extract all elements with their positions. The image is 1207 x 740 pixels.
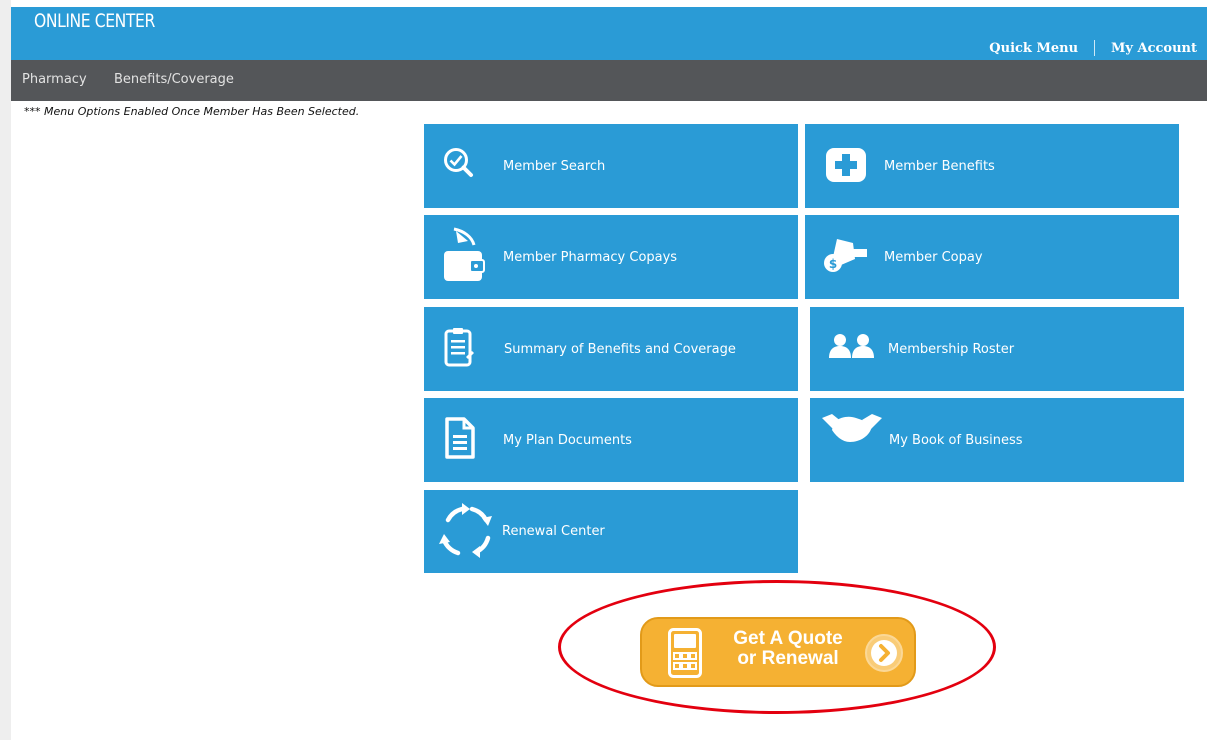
tile-my-book-of-business[interactable]: My Book of Business: [810, 398, 1184, 482]
tile-membership-roster[interactable]: Membership Roster: [810, 307, 1184, 391]
quote-button-label: Get A Quote or Renewal: [718, 629, 858, 669]
tile-label: My Plan Documents: [503, 432, 632, 448]
tile-label: Membership Roster: [888, 341, 1015, 357]
header-bar: ONLINE CENTER Quick Menu My Account: [11, 7, 1207, 60]
my-account-link[interactable]: My Account: [1111, 41, 1197, 56]
document-icon: [445, 417, 475, 459]
nav-item-pharmacy[interactable]: Pharmacy: [22, 72, 87, 87]
svg-text:$: $: [829, 257, 837, 271]
tile-member-pharmacy-copays[interactable]: Member Pharmacy Copays: [424, 215, 798, 299]
tile-label: Member Pharmacy Copays: [503, 249, 678, 265]
nav-item-benefits-coverage[interactable]: Benefits/Coverage: [114, 72, 234, 87]
menu-notice: *** Menu Options Enabled Once Member Has…: [24, 105, 360, 118]
quote-line-1: Get A Quote: [733, 628, 843, 649]
top-links-divider: [1094, 40, 1096, 56]
tile-summary-of-benefits[interactable]: Summary of Benefits and Coverage: [424, 307, 798, 391]
chevron-right-icon: [865, 634, 903, 672]
left-rail: [0, 0, 11, 740]
quick-menu-link[interactable]: Quick Menu: [989, 41, 1078, 56]
calculator-icon: [668, 628, 702, 678]
tile-label: Member Benefits: [884, 158, 995, 174]
handshake-icon: [822, 414, 882, 442]
tile-label: Member Search: [503, 158, 606, 174]
tile-label: My Book of Business: [889, 432, 1023, 448]
medical-cross-icon: [826, 148, 866, 182]
magnifier-check-icon: [444, 148, 473, 177]
tile-member-benefits[interactable]: Member Benefits: [805, 124, 1179, 208]
tile-label: Member Copay: [884, 249, 983, 265]
site-logo[interactable]: ONLINE CENTER: [34, 10, 155, 32]
tile-member-search[interactable]: Member Search: [424, 124, 798, 208]
renewal-cycle-icon: [439, 503, 492, 558]
clipboard-list-icon: [444, 328, 474, 367]
tile-renewal-center[interactable]: Renewal Center: [424, 490, 798, 573]
tile-member-copay[interactable]: $ Member Copay: [805, 215, 1179, 299]
wallet-icon: [444, 227, 485, 281]
tile-label: Summary of Benefits and Coverage: [504, 341, 736, 357]
get-quote-button[interactable]: Get A Quote or Renewal: [640, 617, 916, 687]
copay-money-icon: $: [824, 239, 867, 272]
tile-label: Renewal Center: [502, 524, 605, 539]
tile-my-plan-documents[interactable]: My Plan Documents: [424, 398, 798, 482]
top-links: Quick Menu My Account: [989, 40, 1197, 56]
quote-line-2: or Renewal: [737, 648, 839, 669]
users-icon: [829, 334, 874, 358]
main-nav: Pharmacy Benefits/Coverage: [11, 60, 1207, 101]
